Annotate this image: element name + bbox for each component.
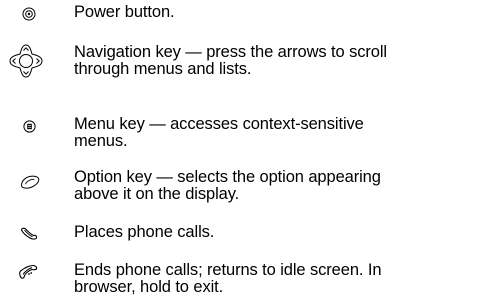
option-key-icon bbox=[19, 175, 41, 189]
key-reference-page: { "items": [ { "icon": "power-button-ico… bbox=[0, 0, 485, 304]
navigation-key-icon bbox=[8, 43, 44, 79]
item-text-line: Navigation key — press the arrows to scr… bbox=[74, 43, 387, 61]
item-text-line: browser, hold to exit. bbox=[74, 278, 224, 296]
item-text-line: Places phone calls. bbox=[74, 223, 215, 241]
item-description: Navigation key — press the arrows to scr… bbox=[74, 44, 479, 78]
menu-key-icon bbox=[23, 120, 36, 133]
send-call-key-icon bbox=[20, 227, 38, 240]
item-text-line: Option key — selects the option appearin… bbox=[74, 168, 381, 186]
item-description: Menu key — accesses context-sensitive me… bbox=[74, 116, 479, 150]
item-text-line: Ends phone calls; returns to idle screen… bbox=[74, 261, 382, 279]
item-text-line: Power button. bbox=[74, 3, 175, 21]
item-text-line: above it on the display. bbox=[74, 185, 240, 203]
item-description: Ends phone calls; returns to idle screen… bbox=[74, 262, 479, 296]
end-call-key-icon bbox=[18, 264, 38, 280]
item-description: Power button. bbox=[74, 4, 479, 21]
power-button-icon bbox=[22, 7, 36, 21]
item-text-line: menus. bbox=[74, 132, 128, 150]
item-text-line: through menus and lists. bbox=[74, 60, 252, 78]
item-description: Option key — selects the option appearin… bbox=[74, 169, 479, 203]
item-description: Places phone calls. bbox=[74, 224, 479, 241]
item-text-line: Menu key — accesses context-sensitive bbox=[74, 115, 364, 133]
